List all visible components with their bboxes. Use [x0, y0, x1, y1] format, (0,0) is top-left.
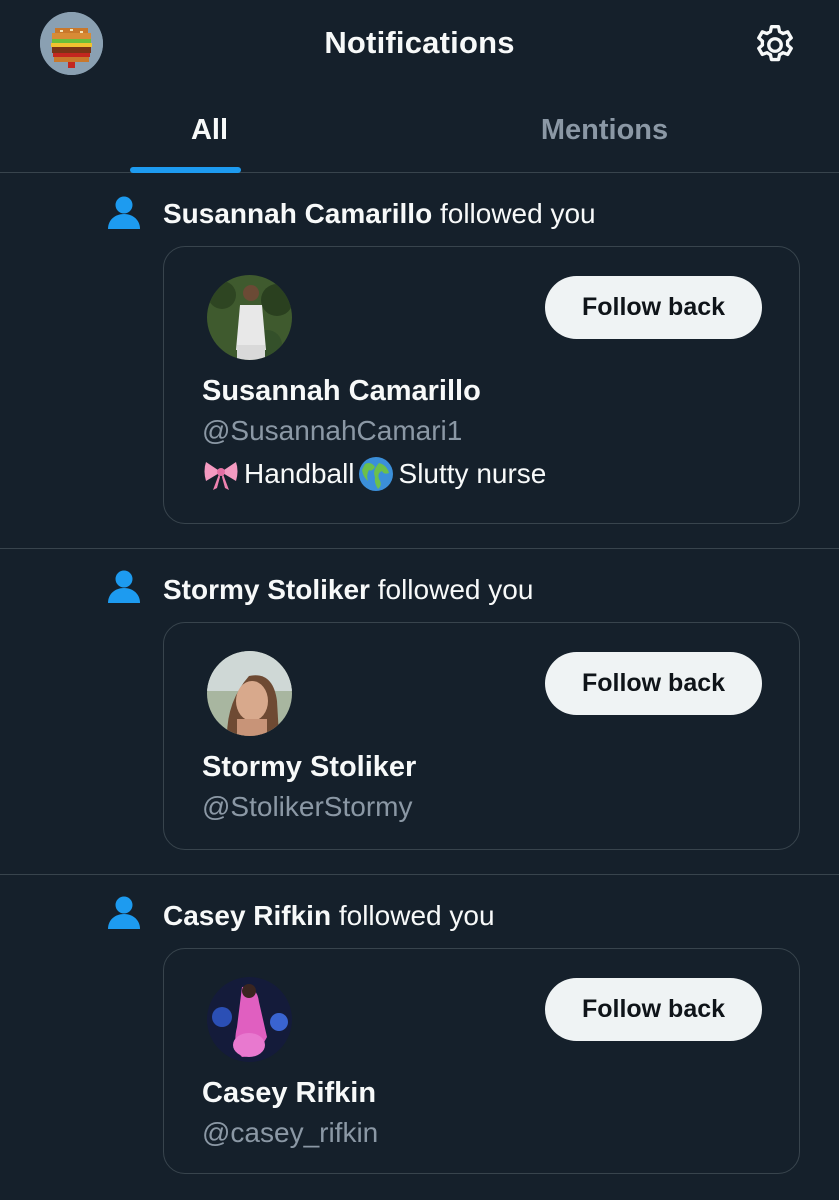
tab-all[interactable]: All	[0, 88, 419, 172]
profile-photo-icon	[207, 977, 292, 1062]
user-handle[interactable]: @casey_rifkin	[202, 1117, 378, 1149]
person-icon	[108, 570, 140, 603]
notification-item[interactable]: Susannah Camarillo followed you Follow b…	[0, 174, 839, 549]
user-display-name[interactable]: Susannah Camarillo	[202, 375, 481, 408]
ribbon-bow-icon	[204, 462, 238, 490]
profile-photo-icon	[207, 651, 292, 736]
bio-text-nurse: Slutty nurse	[398, 458, 547, 489]
user-card[interactable]: Follow back Stormy Stoliker @StolikerSto…	[163, 622, 800, 850]
actor-name[interactable]: Casey Rifkin	[163, 900, 331, 931]
notification-item[interactable]: Casey Rifkin followed you Follow back Ca…	[0, 876, 839, 1200]
settings-button[interactable]	[750, 20, 800, 70]
person-icon	[108, 196, 140, 229]
globe-icon	[358, 457, 393, 491]
notification-action: followed you	[377, 574, 534, 605]
gear-icon	[757, 25, 793, 62]
notifications-page: Notifications All Mentions Susannah Cama…	[0, 0, 839, 1200]
bio-text-handball: Handball	[244, 458, 355, 489]
page-title: Notifications	[324, 25, 515, 60]
user-bio: Handball Slutty nurse	[202, 455, 546, 493]
avatar[interactable]	[207, 977, 292, 1062]
user-handle[interactable]: @StolikerStormy	[202, 791, 412, 823]
user-card[interactable]: Follow back Susannah Camarillo @Susannah…	[163, 246, 800, 524]
user-display-name[interactable]: Casey Rifkin	[202, 1077, 376, 1110]
notification-action: followed you	[338, 900, 495, 931]
profile-photo-icon	[207, 275, 292, 360]
notification-headline: Casey Rifkin followed you	[163, 900, 495, 932]
top-bar: Notifications	[0, 0, 839, 88]
user-display-name[interactable]: Stormy Stoliker	[202, 751, 416, 784]
avatar[interactable]	[207, 651, 292, 736]
notification-headline: Susannah Camarillo followed you	[163, 198, 596, 230]
user-handle[interactable]: @SusannahCamari1	[202, 415, 462, 447]
notification-item[interactable]: Stormy Stoliker followed you Follow back…	[0, 550, 839, 875]
notification-action: followed you	[439, 198, 596, 229]
avatar[interactable]	[207, 275, 292, 360]
user-card[interactable]: Follow back Casey Rifkin @casey_rifkin	[163, 948, 800, 1174]
follow-back-button[interactable]: Follow back	[545, 276, 762, 339]
follow-back-button[interactable]: Follow back	[545, 978, 762, 1041]
actor-name[interactable]: Stormy Stoliker	[163, 574, 370, 605]
tab-mentions[interactable]: Mentions	[395, 88, 814, 172]
tab-bar: All Mentions	[0, 88, 839, 173]
active-tab-indicator	[130, 167, 241, 173]
actor-name[interactable]: Susannah Camarillo	[163, 198, 432, 229]
person-icon	[108, 896, 140, 929]
notification-headline: Stormy Stoliker followed you	[163, 574, 533, 606]
follow-back-button[interactable]: Follow back	[545, 652, 762, 715]
